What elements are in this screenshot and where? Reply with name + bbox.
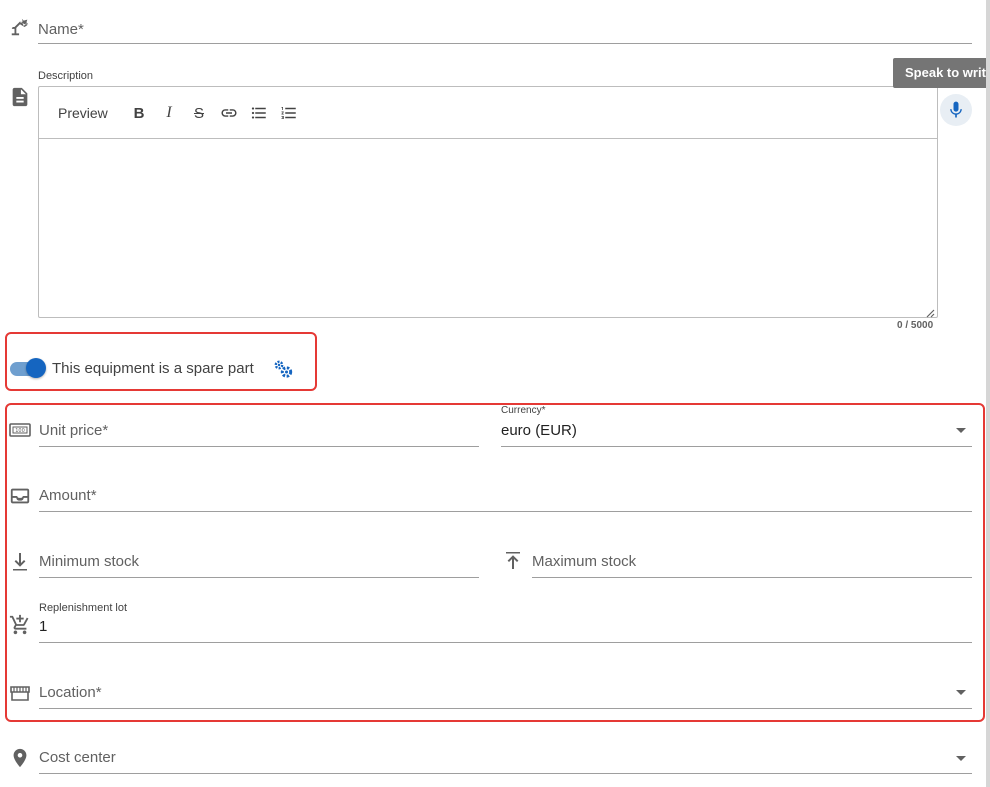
name-input[interactable]: Name* [38,21,84,38]
italic-icon[interactable]: I [159,103,179,123]
scrollbar[interactable] [986,0,990,787]
spare-part-label: This equipment is a spare part [52,360,254,377]
cost-center-dropdown-icon[interactable] [956,756,966,761]
bulleted-list-icon[interactable] [249,103,269,123]
name-underline [38,43,972,44]
currency-label: Currency* [501,405,546,416]
unit-price-underline [39,446,479,447]
currency-dropdown-icon[interactable] [956,428,966,433]
document-icon [9,86,31,108]
location-dropdown-icon[interactable] [956,690,966,695]
character-counter: 0 / 5000 [897,320,934,331]
warehouse-icon [9,681,31,703]
currency-underline [501,446,972,447]
editor-toolbar: Preview B I S [39,87,937,139]
minimum-stock-underline [39,577,479,578]
stock-section-highlight [5,403,985,722]
replenishment-lot-underline [39,642,972,643]
maximum-stock-input[interactable]: Maximum stock [532,553,636,570]
preview-button[interactable]: Preview [58,103,108,123]
replenishment-lot-label: Replenishment lot [39,602,128,614]
currency-select[interactable]: euro (EUR) [501,422,577,439]
microphone-icon[interactable] [940,94,972,126]
map-marker-icon [9,747,31,769]
svg-text:100: 100 [15,428,25,434]
arrow-up-bar-icon [502,550,524,572]
link-icon[interactable] [219,103,239,123]
amount-underline [39,511,972,512]
numbered-list-icon[interactable] [279,103,299,123]
speak-to-write-tooltip: Speak to write [893,58,990,88]
spare-part-toggle[interactable] [26,358,46,378]
strikethrough-icon[interactable]: S [189,103,209,123]
cart-plus-icon [9,614,31,636]
cost-center-underline [39,773,972,774]
amount-input[interactable]: Amount* [39,487,97,504]
maximum-stock-underline [532,577,972,578]
bold-icon[interactable]: B [129,103,149,123]
replenishment-lot-input[interactable]: 1 [39,618,47,635]
inbox-icon [9,485,31,507]
description-label: Description [38,70,94,82]
resize-handle[interactable] [925,305,935,318]
arrow-down-bar-icon [9,550,31,572]
gears-icon[interactable] [271,358,295,380]
minimum-stock-input[interactable]: Minimum stock [39,553,139,570]
crane-icon [9,16,31,38]
location-select[interactable]: Location* [39,684,102,701]
description-editor[interactable]: Preview B I S [38,86,938,318]
cost-center-select[interactable]: Cost center [39,749,116,766]
money-icon: 100 [9,419,31,441]
location-underline [39,708,972,709]
unit-price-input[interactable]: Unit price* [39,422,108,439]
